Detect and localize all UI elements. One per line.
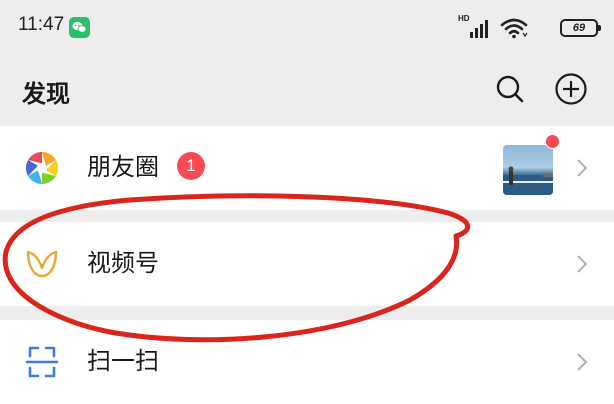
wifi-icon <box>500 18 528 39</box>
unread-count-badge: 1 <box>177 152 205 180</box>
status-time: 11:47 <box>18 14 65 35</box>
scan-icon <box>25 346 59 378</box>
new-post-dot <box>545 134 560 149</box>
add-button[interactable] <box>553 71 589 107</box>
page-header: 发现 <box>0 58 614 122</box>
list-item-moments[interactable]: 朋友圈 1 <box>0 126 614 210</box>
status-indicators: HD 69 <box>458 14 601 40</box>
list-item-channels[interactable]: 视频号 <box>0 222 614 306</box>
list-item-scan[interactable]: 扫一扫 <box>0 320 614 404</box>
chevron-right-icon <box>577 255 588 273</box>
search-button[interactable] <box>492 71 528 107</box>
search-icon <box>496 75 524 103</box>
chevron-right-icon <box>577 353 588 371</box>
moments-aperture-icon <box>25 151 59 185</box>
channels-butterfly-icon <box>26 250 58 278</box>
list-item-label: 朋友圈 <box>87 153 159 181</box>
status-bar: 11:47 HD 69 <box>0 0 614 58</box>
chevron-right-icon <box>577 159 588 177</box>
page-title: 发现 <box>22 80 70 108</box>
hd-label: HD <box>458 14 470 23</box>
battery-indicator: 69 <box>560 19 601 37</box>
list-item-label: 扫一扫 <box>87 347 159 375</box>
list-item-label: 视频号 <box>87 249 159 277</box>
wechat-notification-icon <box>69 17 90 38</box>
cellular-signal-icon <box>470 20 488 38</box>
plus-circle-icon <box>555 73 587 105</box>
moments-thumbnail <box>503 145 553 195</box>
